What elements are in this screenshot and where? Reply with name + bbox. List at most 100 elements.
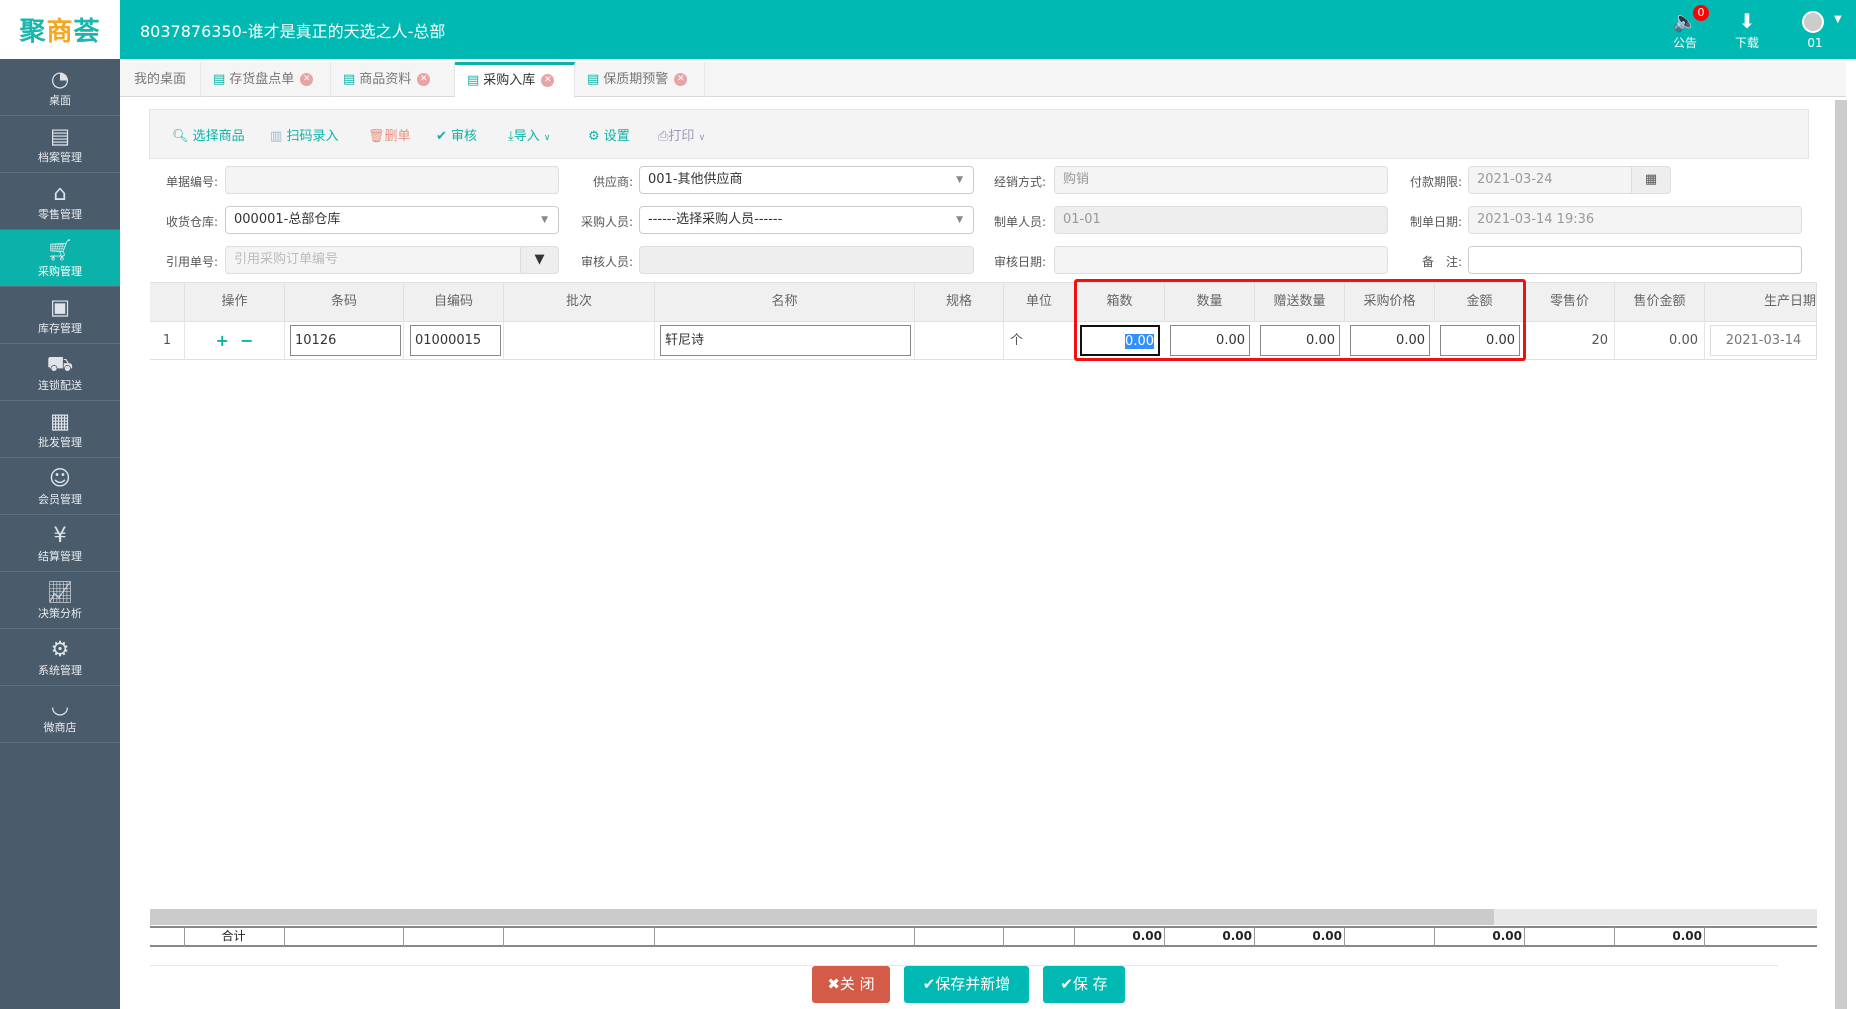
close-icon[interactable]: ✕ <box>674 73 688 86</box>
avatar[interactable] <box>1802 11 1824 33</box>
tab-stocktake[interactable]: ▤ 存货盘点单 ✕ <box>201 62 331 97</box>
label: 扫码录入 <box>286 129 339 144</box>
tab-label: 采购入库 <box>483 73 536 88</box>
row-index: 1 <box>150 322 185 360</box>
spec-cell <box>915 322 1004 360</box>
delete-button[interactable]: 🗑︎删单 <box>368 125 411 144</box>
prod-date-input[interactable]: 2021-03-14 <box>1710 325 1817 356</box>
barcode-input[interactable]: 10126 <box>290 325 401 356</box>
retail-amount-cell: 0.00 <box>1615 322 1705 360</box>
total-gift-qty: 0.00 <box>1255 927 1345 946</box>
cart-icon: 🛒︎ <box>46 238 74 262</box>
save-and-new-button[interactable]: ✔保存并新增 <box>904 966 1029 1003</box>
close-icon[interactable]: ✕ <box>417 73 431 86</box>
doc-no-input[interactable] <box>225 166 559 194</box>
name-input[interactable]: 轩尼诗 <box>660 325 911 356</box>
buyer-label: 采购人员: <box>580 215 633 229</box>
column-header[interactable]: 售价金额 <box>1615 282 1705 322</box>
list-icon: ▤ <box>213 72 226 87</box>
notice-label: 公告 <box>1672 36 1697 50</box>
close-button[interactable]: ✖关 闭 <box>812 966 890 1003</box>
scrollbar-thumb[interactable] <box>150 909 1494 925</box>
sidebar-item-store[interactable]: ⌂ 零售管理 <box>0 173 120 230</box>
tab-desktop[interactable]: 我的桌面 <box>122 62 201 97</box>
sidebar-item-label: 微商店 <box>43 721 77 734</box>
sidebar-item-file[interactable]: ▤ 档案管理 <box>0 116 120 173</box>
column-header[interactable]: 名称 <box>655 282 915 322</box>
pay-due-input[interactable]: 2021-03-24 <box>1468 166 1632 194</box>
import-button[interactable]: ⤓导入 ∨ <box>508 125 551 144</box>
supplier-select[interactable]: 001-其他供应商 ▼ <box>639 166 974 194</box>
warehouse-select[interactable]: 000001-总部仓库 ▼ <box>225 206 559 234</box>
remark-label: 备 注: <box>1421 255 1462 269</box>
column-header[interactable]: 批次 <box>504 282 655 322</box>
barcode-icon: ▥ <box>270 129 283 144</box>
sale-mode-input[interactable]: 购销 <box>1054 166 1388 194</box>
chevron-down-icon: ∨ <box>698 133 706 143</box>
vertical-scrollbar[interactable] <box>1835 100 1847 1009</box>
sidebar-item-label: 连锁配送 <box>38 379 82 392</box>
sidebar-item-bag[interactable]: ◡ 微商店 <box>0 686 120 743</box>
download-button[interactable]: ⬇ 下载 <box>1722 8 1772 51</box>
horizontal-scrollbar[interactable] <box>150 909 1817 925</box>
column-header[interactable]: 单位 <box>1004 282 1075 322</box>
buyer-select[interactable]: ------选择采购人员------ ▼ <box>639 206 974 234</box>
make-date-label: 制单日期: <box>1409 215 1462 229</box>
sidebar-item-yen[interactable]: ¥ 结算管理 <box>0 515 120 572</box>
remark-input[interactable] <box>1468 246 1802 274</box>
minus-icon[interactable]: − <box>240 331 253 350</box>
column-header[interactable]: 操作 <box>185 282 285 322</box>
make-date-input: 2021-03-14 19:36 <box>1468 206 1802 234</box>
plus-icon[interactable]: + <box>216 331 229 350</box>
tab-label: 保质期预警 <box>603 72 669 87</box>
sidebar-item-member[interactable]: ☺ 会员管理 <box>0 458 120 515</box>
settings-button[interactable]: ⚙ 设置 <box>588 125 630 144</box>
sidebar-item-truck[interactable]: ⛟ 连锁配送 <box>0 344 120 401</box>
column-header[interactable]: 生产日期 <box>1705 282 1817 322</box>
sidebar-item-gear[interactable]: ⚙ 系统管理 <box>0 629 120 686</box>
column-header[interactable]: 自编码 <box>404 282 504 322</box>
tab-expiry-warning[interactable]: ▤ 保质期预警 ✕ <box>575 62 705 97</box>
close-icon[interactable]: ✕ <box>300 73 314 86</box>
sidebar-item-cart[interactable]: 🛒︎ 采购管理 <box>0 230 120 287</box>
ref-no-input[interactable]: 引用采购订单编号 <box>225 246 521 274</box>
column-header[interactable]: 规格 <box>915 282 1004 322</box>
truck-icon: ⛟ <box>46 352 74 376</box>
logo: 聚商荟 <box>0 0 120 59</box>
gear-icon: ⚙ <box>50 637 70 661</box>
ref-no-label: 引用单号: <box>165 255 218 269</box>
value: 000001-总部仓库 <box>234 212 341 227</box>
batch-cell[interactable] <box>504 322 655 360</box>
chevron-down-icon: ∨ <box>543 133 551 143</box>
tab-product-info[interactable]: ▤ 商品资料 ✕ <box>331 62 455 97</box>
sidebar-item-inventory[interactable]: ▣ 库存管理 <box>0 287 120 344</box>
sidebar-item-wholesale[interactable]: ▦ 批发管理 <box>0 401 120 458</box>
column-header[interactable]: 零售价 <box>1525 282 1615 322</box>
tab-label: 我的桌面 <box>134 72 187 87</box>
sidebar-item-chart[interactable]: 📈︎ 决策分析 <box>0 572 120 629</box>
printer-icon: ⎙ <box>658 129 669 144</box>
tab-purchase-in[interactable]: ▤ 采购入库 ✕ <box>455 62 575 98</box>
column-header[interactable]: 条码 <box>285 282 404 322</box>
audit-button[interactable]: ✔ 审核 <box>436 125 477 144</box>
caret-down-icon: ▼ <box>956 215 963 225</box>
total-retail-amount: 0.00 <box>1615 927 1705 946</box>
sidebar-item-dashboard[interactable]: ◔ 桌面 <box>0 59 120 116</box>
notice-badge: 0 <box>1693 5 1709 21</box>
retail-price-cell: 20 <box>1525 322 1615 360</box>
audit-date-input <box>1054 246 1388 274</box>
calendar-icon[interactable]: ▦ <box>1631 166 1671 194</box>
select-product-button[interactable]: 🔍︎ 选择商品 <box>172 125 245 144</box>
chart-icon: 📈︎ <box>46 580 74 604</box>
print-button[interactable]: ⎙打印 ∨ <box>658 125 705 144</box>
total-amount: 0.00 <box>1435 927 1525 946</box>
inventory-icon: ▣ <box>50 295 70 319</box>
auditor-input <box>639 246 974 274</box>
close-icon[interactable]: ✕ <box>541 74 555 87</box>
chevron-down-icon[interactable]: ▼ <box>1834 14 1842 25</box>
save-button[interactable]: ✔保 存 <box>1043 966 1125 1003</box>
code-input[interactable]: 01000015 <box>410 325 501 356</box>
scan-entry-button[interactable]: ▥ 扫码录入 <box>270 125 338 144</box>
pay-due-label: 付款期限: <box>1409 175 1462 189</box>
value: ------选择采购人员------ <box>648 212 783 227</box>
